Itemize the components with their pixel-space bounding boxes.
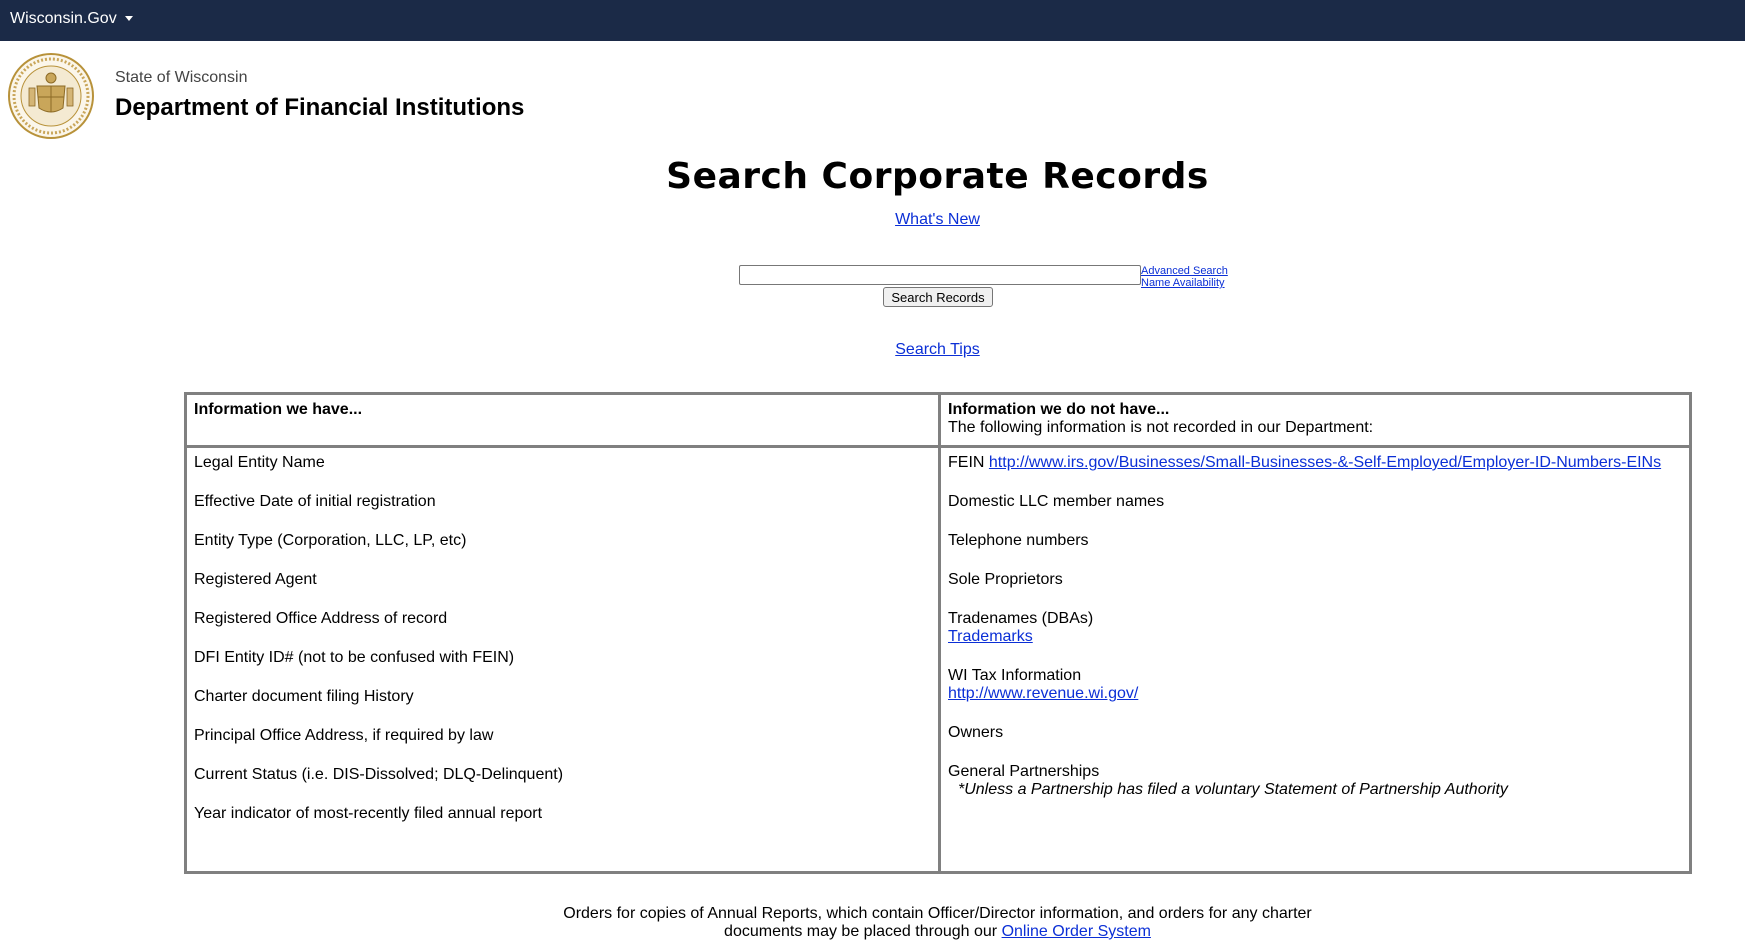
- information-table: Information we have... Information we do…: [184, 392, 1692, 874]
- tradenames-label: Tradenames (DBAs): [948, 610, 1094, 627]
- top-bar: Wisconsin.Gov: [0, 0, 1745, 41]
- order-note-line1: Orders for copies of Annual Reports, whi…: [563, 905, 1312, 922]
- fein-label: FEIN: [948, 454, 985, 471]
- wi-tax-item: WI Tax Information http://www.revenue.wi…: [948, 667, 1682, 703]
- wisconsin-gov-menu[interactable]: Wisconsin.Gov: [10, 9, 133, 29]
- list-item: DFI Entity ID# (not to be confused with …: [194, 649, 515, 666]
- table-header-row: Information we have... Information we do…: [187, 395, 1689, 448]
- page-title: Search Corporate Records: [666, 156, 1209, 197]
- order-note-prefix: documents may be placed through our: [724, 923, 998, 940]
- order-note-line2: documents may be placed through our Onli…: [0, 923, 1745, 941]
- list-item: Current Status (i.e. DIS-Dissolved; DLQ-…: [194, 766, 564, 783]
- list-item: Charter document filing History: [194, 688, 414, 705]
- fein-item: FEIN http://www.irs.gov/Businesses/Small…: [948, 454, 1682, 472]
- wi-tax-label: WI Tax Information: [948, 667, 1082, 684]
- have-list-cell: Legal Entity Name Effective Date of init…: [187, 448, 941, 871]
- not-have-list-cell: FEIN http://www.irs.gov/Businesses/Small…: [941, 448, 1689, 871]
- list-item: Domestic LLC member names: [948, 493, 1165, 510]
- list-item: Effective Date of initial registration: [194, 493, 436, 510]
- name-availability-link[interactable]: Name Availability: [1141, 277, 1228, 289]
- list-item: Telephone numbers: [948, 532, 1089, 549]
- list-item: Year indicator of most-recently filed an…: [194, 805, 543, 822]
- table-body-row: Legal Entity Name Effective Date of init…: [187, 448, 1689, 871]
- list-item: Registered Office Address of record: [194, 610, 448, 627]
- list-item: Owners: [948, 724, 1004, 741]
- not-have-header-cell: Information we do not have... The follow…: [941, 395, 1689, 448]
- wisconsin-gov-label: Wisconsin.Gov: [10, 10, 117, 27]
- order-note: Orders for copies of Annual Reports, whi…: [0, 905, 1745, 941]
- state-name: State of Wisconsin: [115, 69, 248, 86]
- irs-ein-link[interactable]: http://www.irs.gov/Businesses/Small-Busi…: [989, 454, 1661, 471]
- caret-down-icon: [124, 15, 133, 21]
- department-name: Department of Financial Institutions: [115, 94, 525, 121]
- list-item: Principal Office Address, if required by…: [194, 727, 494, 744]
- state-seal-icon: [7, 52, 95, 140]
- search-options: Advanced Search Name Availability: [1141, 265, 1228, 289]
- tradenames-item: Tradenames (DBAs) Trademarks: [948, 610, 1682, 646]
- advanced-search-link[interactable]: Advanced Search: [1141, 265, 1228, 277]
- partnership-note: *Unless a Partnership has filed a volunt…: [958, 781, 1508, 798]
- general-partnerships-item: General Partnerships *Unless a Partnersh…: [948, 763, 1682, 799]
- whats-new-link[interactable]: What's New: [895, 211, 980, 228]
- whats-new-wrapper: What's New: [0, 210, 1745, 230]
- search-tips-wrapper: Search Tips: [0, 340, 1745, 360]
- list-item: Entity Type (Corporation, LLC, LP, etc): [194, 532, 467, 549]
- search-tips-link[interactable]: Search Tips: [895, 341, 979, 358]
- list-item: Sole Proprietors: [948, 571, 1063, 588]
- not-have-header: Information we do not have...: [948, 401, 1170, 418]
- trademarks-link[interactable]: Trademarks: [948, 628, 1033, 645]
- have-header: Information we have...: [194, 401, 363, 418]
- general-partnerships-label: General Partnerships: [948, 763, 1100, 780]
- list-item: Registered Agent: [194, 571, 317, 588]
- search-input[interactable]: [739, 265, 1141, 285]
- search-records-button[interactable]: Search Records: [883, 287, 993, 307]
- not-have-subheader: The following information is not recorde…: [948, 419, 1374, 436]
- list-item: Legal Entity Name: [194, 454, 325, 471]
- online-order-system-link[interactable]: Online Order System: [1002, 923, 1151, 940]
- have-header-cell: Information we have...: [187, 395, 941, 448]
- revenue-link[interactable]: http://www.revenue.wi.gov/: [948, 685, 1138, 702]
